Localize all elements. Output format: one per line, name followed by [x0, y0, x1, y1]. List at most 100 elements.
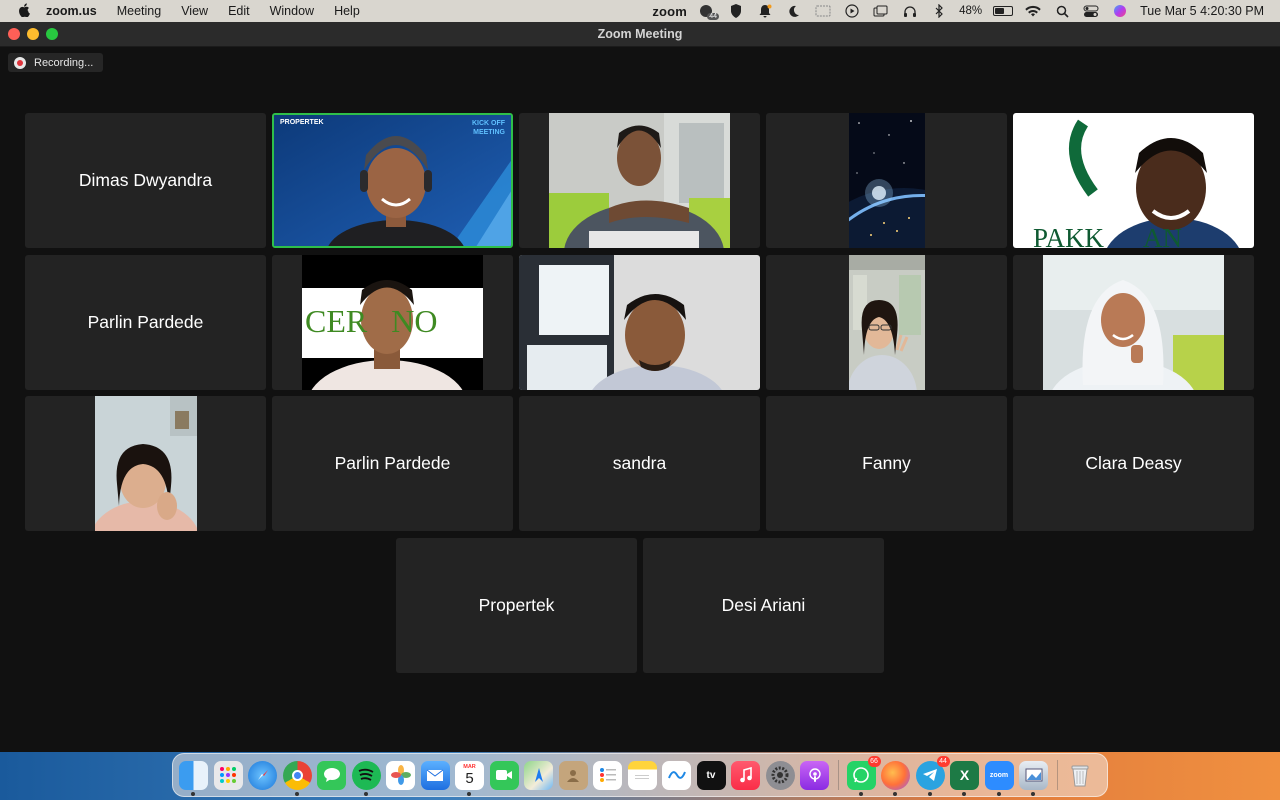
- headphones-icon[interactable]: [901, 4, 919, 18]
- menubar-clock[interactable]: Tue Mar 5 4:20:30 PM: [1140, 4, 1264, 18]
- freeform-icon[interactable]: [662, 760, 691, 790]
- facetime-icon[interactable]: [489, 760, 519, 790]
- zoom-meeting-window: Zoom Meeting Recording... Dimas Dwyandra: [0, 22, 1280, 752]
- participant-tile[interactable]: [519, 255, 760, 390]
- recording-indicator[interactable]: Recording...: [8, 53, 104, 72]
- participant-tile[interactable]: Parlin Pardede: [25, 255, 266, 390]
- siri-icon[interactable]: [1111, 4, 1129, 18]
- participant-tile[interactable]: Parlin Pardede: [272, 396, 513, 531]
- shield-icon[interactable]: [727, 4, 745, 18]
- window-stack-icon[interactable]: [872, 4, 890, 18]
- participant-video: [849, 113, 925, 248]
- play-icon[interactable]: [843, 4, 861, 18]
- messages-icon[interactable]: [317, 760, 346, 790]
- participant-name: Dimas Dwyandra: [78, 170, 213, 190]
- participant-tile[interactable]: Fanny: [766, 396, 1007, 531]
- running-indicator: [996, 791, 1001, 796]
- participant-tile[interactable]: [25, 396, 266, 531]
- zoom-status-item[interactable]: zoom: [652, 4, 687, 19]
- notification-icon[interactable]: 44: [698, 4, 720, 20]
- participant-tile[interactable]: [519, 113, 760, 248]
- menu-edit[interactable]: Edit: [228, 4, 250, 18]
- battery-icon[interactable]: [993, 6, 1014, 16]
- battery-percent: 48%: [959, 5, 983, 17]
- menu-view[interactable]: View: [181, 4, 208, 18]
- search-icon[interactable]: [1053, 4, 1071, 18]
- participant-name: Parlin Pardede: [334, 453, 451, 473]
- menu-window[interactable]: Window: [270, 4, 314, 18]
- participant-name: Fanny: [862, 453, 911, 473]
- participant-name: Desi Ariani: [721, 595, 806, 615]
- participant-tile[interactable]: sandra: [519, 396, 760, 531]
- window-title: Zoom Meeting: [597, 27, 683, 41]
- participant-video: [549, 113, 730, 248]
- background-text: CER NO: [305, 303, 438, 339]
- running-indicator: [927, 791, 932, 796]
- wifi-icon[interactable]: [1024, 4, 1042, 18]
- screen-mirror-icon[interactable]: [814, 4, 832, 18]
- telegram-icon[interactable]: 44: [915, 755, 950, 796]
- app-menu-zoom[interactable]: zoom.us: [46, 4, 97, 18]
- contacts-icon[interactable]: [558, 760, 588, 790]
- participant-video: [95, 396, 197, 531]
- excel-icon[interactable]: X: [950, 760, 979, 796]
- participant-tile-active-speaker[interactable]: PROPERTEK KICK OFF MEETING: [272, 113, 513, 248]
- reminders-icon[interactable]: [593, 760, 622, 790]
- participant-tile[interactable]: [1013, 255, 1254, 390]
- status-area: zoom 44 48% Tue Mar 5 4:20:30 PM: [652, 0, 1264, 22]
- firefox-icon[interactable]: [881, 760, 910, 796]
- music-icon[interactable]: [731, 760, 760, 790]
- window-titlebar: Zoom Meeting: [0, 22, 1280, 47]
- dock: MAR 5 tv 66 44 X zoom: [172, 753, 1108, 797]
- dock-separator: [1056, 760, 1058, 790]
- photos-icon[interactable]: [386, 760, 415, 790]
- bluetooth-icon[interactable]: [930, 4, 948, 18]
- whatsapp-icon[interactable]: 66: [846, 755, 881, 796]
- dock-separator: [837, 760, 839, 790]
- zoom-app-icon[interactable]: zoom: [984, 760, 1014, 796]
- safari-icon[interactable]: [248, 760, 277, 790]
- menu-help[interactable]: Help: [334, 4, 360, 18]
- participant-tile[interactable]: [766, 113, 1007, 248]
- participant-name: Parlin Pardede: [87, 312, 204, 332]
- finder-icon[interactable]: [179, 760, 208, 796]
- participant-tile[interactable]: Propertek: [396, 538, 637, 673]
- participant-video: [1043, 255, 1224, 390]
- trash-icon[interactable]: [1066, 761, 1095, 790]
- participant-name: Clara Deasy: [1085, 453, 1182, 473]
- participant-tile[interactable]: Dimas Dwyandra: [25, 113, 266, 248]
- chrome-icon[interactable]: [282, 760, 312, 796]
- system-settings-icon[interactable]: [765, 760, 795, 790]
- running-indicator: [858, 791, 863, 796]
- moon-icon[interactable]: [785, 4, 803, 18]
- running-indicator: [191, 791, 195, 796]
- appletv-icon[interactable]: tv: [696, 760, 726, 790]
- participant-tile[interactable]: CER NO: [272, 255, 513, 390]
- menu-bar: zoom.us Meeting View Edit Window Help zo…: [0, 0, 1280, 22]
- podcasts-icon[interactable]: [800, 760, 829, 790]
- control-center-icon[interactable]: [1082, 4, 1100, 18]
- apple-menu-icon[interactable]: [16, 2, 32, 20]
- menu-meeting[interactable]: Meeting: [117, 4, 161, 18]
- participant-name: Propertek: [478, 595, 555, 615]
- calendar-icon[interactable]: MAR 5: [455, 760, 484, 796]
- notes-icon[interactable]: [627, 760, 657, 790]
- participant-tile[interactable]: PAKK AN: [1013, 113, 1254, 248]
- recording-label: Recording...: [34, 56, 94, 69]
- maps-icon[interactable]: [524, 760, 553, 790]
- notification-count: 44: [707, 13, 720, 20]
- zoom-app-label: zoom: [989, 771, 1009, 779]
- appletv-label: tv: [706, 769, 716, 781]
- mail-icon[interactable]: [420, 760, 450, 790]
- launchpad-icon[interactable]: [213, 760, 243, 790]
- preview-icon[interactable]: [1019, 760, 1048, 796]
- running-indicator: [294, 791, 299, 796]
- background-text: PAKK AN: [1033, 223, 1183, 248]
- bell-icon[interactable]: [756, 4, 774, 18]
- participant-tile[interactable]: Desi Ariani: [643, 538, 884, 673]
- spotify-icon[interactable]: [351, 760, 381, 796]
- participant-tile[interactable]: [766, 255, 1007, 390]
- participant-name: sandra: [612, 453, 667, 473]
- participant-tile[interactable]: Clara Deasy: [1013, 396, 1254, 531]
- running-indicator: [893, 791, 897, 796]
